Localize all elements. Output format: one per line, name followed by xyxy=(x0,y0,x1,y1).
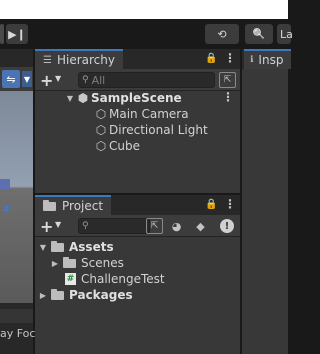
lock-icon[interactable]: 🔒 xyxy=(205,199,217,210)
game-view-tabbar xyxy=(0,309,33,323)
project-panel: Project 🔒 ⋮ + ▼ ⚲ ⇱ ◕ ◆ ! ▼ Assets ▶ Sce… xyxy=(35,195,240,354)
csharp-script-icon: # xyxy=(65,273,76,285)
add-dropdown-caret[interactable]: ▼ xyxy=(55,74,61,83)
scene-viewport[interactable]: z xyxy=(0,91,33,303)
scene-tabbar xyxy=(0,49,33,67)
tree-row-gameobject[interactable]: ⬡ Cube xyxy=(35,138,240,154)
folder-icon xyxy=(51,288,64,300)
folder-icon xyxy=(43,199,56,211)
layers-dropdown[interactable]: La xyxy=(277,24,293,44)
history-icon: ⟲ xyxy=(217,27,227,41)
gameobject-label: Cube xyxy=(109,139,140,153)
gameobject-cube-icon: ⬡ xyxy=(95,123,107,137)
lock-icon[interactable]: 🔒 xyxy=(205,53,217,64)
scene-toolbar: ⇋ ▼ xyxy=(0,67,33,91)
project-toolbar: + ▼ ⚲ ⇱ ◕ ◆ ! xyxy=(35,215,240,237)
gizmo-cube[interactable] xyxy=(0,179,10,189)
tree-row-scene[interactable]: ▼ ⬢ SampleScene ⋮ xyxy=(35,90,240,106)
tab-hierarchy[interactable]: ☰ Hierarchy xyxy=(35,49,123,69)
project-tabbar: Project 🔒 ⋮ xyxy=(35,195,240,215)
transform-dropdown-button[interactable]: ▼ xyxy=(22,71,32,87)
tree-row-folder[interactable]: ▶ Scenes xyxy=(35,255,240,271)
packages-label: Packages xyxy=(69,288,133,302)
tab-hierarchy-label: Hierarchy xyxy=(56,53,115,67)
tree-row-packages[interactable]: ▶ Packages xyxy=(35,287,240,303)
hierarchy-toolbar: + ▼ ⚲ All ⇱ xyxy=(35,69,240,91)
transform-icon: ⇋ xyxy=(6,72,16,86)
list-icon: ☰ xyxy=(43,54,52,66)
layers-label: La xyxy=(280,27,293,41)
info-icon: ℹ xyxy=(250,55,254,65)
search-by-type-button[interactable]: ⇱ xyxy=(146,218,163,234)
search-button[interactable]: 🔍 xyxy=(245,24,273,44)
expanded-foldout-icon[interactable]: ▼ xyxy=(38,243,48,252)
tree-row-assets[interactable]: ▼ Assets xyxy=(35,239,240,255)
step-button[interactable]: ▶❙ xyxy=(6,24,28,44)
tree-row-gameobject[interactable]: ⬡ Directional Light xyxy=(35,122,240,138)
toolbar-left-edge xyxy=(0,24,4,44)
menu-kebab-icon[interactable]: ⋮ xyxy=(224,51,236,65)
tab-project-label: Project xyxy=(62,199,104,213)
inspector-tabbar: ℹ Insp xyxy=(242,49,292,69)
scene-name: SampleScene xyxy=(91,91,182,105)
hierarchy-panel: ☰ Hierarchy 🔒 ⋮ + ▼ ⚲ All ⇱ ▼ ⬢ SampleSc… xyxy=(35,49,240,193)
tab-inspector-label: Insp xyxy=(258,53,284,67)
create-button[interactable]: + xyxy=(40,217,53,236)
hierarchy-search-input[interactable]: ⚲ All xyxy=(78,72,215,88)
unity-scene-icon: ⬢ xyxy=(77,91,89,105)
chevron-down-icon: ▼ xyxy=(23,74,31,84)
search-by-label-icon[interactable]: ◕ xyxy=(168,218,185,234)
game-view-panel: ay Foc xyxy=(0,303,36,354)
gameobject-label: Main Camera xyxy=(109,107,189,121)
gameobject-cube-icon: ⬡ xyxy=(95,139,107,153)
scene-view-panel: ⇋ ▼ z ay Foc xyxy=(0,49,36,354)
tree-row-gameobject[interactable]: ⬡ Main Camera xyxy=(35,106,240,122)
undo-history-button[interactable]: ⟲ xyxy=(205,24,239,44)
folder-label: Scenes xyxy=(81,256,124,270)
add-button[interactable]: + xyxy=(40,71,53,90)
gizmo-axis-z[interactable]: z xyxy=(4,204,9,214)
hidden-packages-alert-icon[interactable]: ! xyxy=(220,219,234,233)
window-top-strip xyxy=(0,0,288,19)
collapsed-foldout-icon[interactable]: ▶ xyxy=(50,259,60,268)
step-icon: ▶❙ xyxy=(8,27,26,41)
tag-icon[interactable]: ◆ xyxy=(192,218,209,234)
folder-icon xyxy=(51,240,64,252)
collapsed-foldout-icon[interactable]: ▶ xyxy=(38,291,48,300)
tab-inspector[interactable]: ℹ Insp xyxy=(244,49,292,69)
tab-project[interactable]: Project xyxy=(35,195,112,215)
script-label: ChallengeTest xyxy=(81,272,165,286)
gameobject-label: Directional Light xyxy=(109,123,208,137)
menu-kebab-icon[interactable]: ⋮ xyxy=(224,197,236,211)
scene-visibility-button[interactable]: ⇱ xyxy=(219,72,236,88)
transform-tool-button[interactable]: ⇋ xyxy=(2,70,20,88)
search-icon: ⚲ xyxy=(82,75,89,85)
hierarchy-tabbar: ☰ Hierarchy 🔒 ⋮ xyxy=(35,49,240,69)
search-placeholder: All xyxy=(91,73,106,87)
scene-menu-icon[interactable]: ⋮ xyxy=(222,90,234,104)
assets-label: Assets xyxy=(69,240,114,254)
expanded-foldout-icon[interactable]: ▼ xyxy=(65,94,75,103)
gameobject-cube-icon: ⬡ xyxy=(95,107,107,121)
project-search-input[interactable]: ⚲ xyxy=(78,218,150,234)
create-dropdown-caret[interactable]: ▼ xyxy=(55,220,61,229)
search-icon: ⚲ xyxy=(82,221,89,231)
tree-row-script[interactable]: # ChallengeTest xyxy=(35,271,240,287)
game-view-label: ay Foc xyxy=(0,327,36,340)
inspector-panel: ℹ Insp xyxy=(242,49,292,354)
search-icon: 🔍 xyxy=(252,28,266,40)
folder-icon xyxy=(63,256,76,268)
